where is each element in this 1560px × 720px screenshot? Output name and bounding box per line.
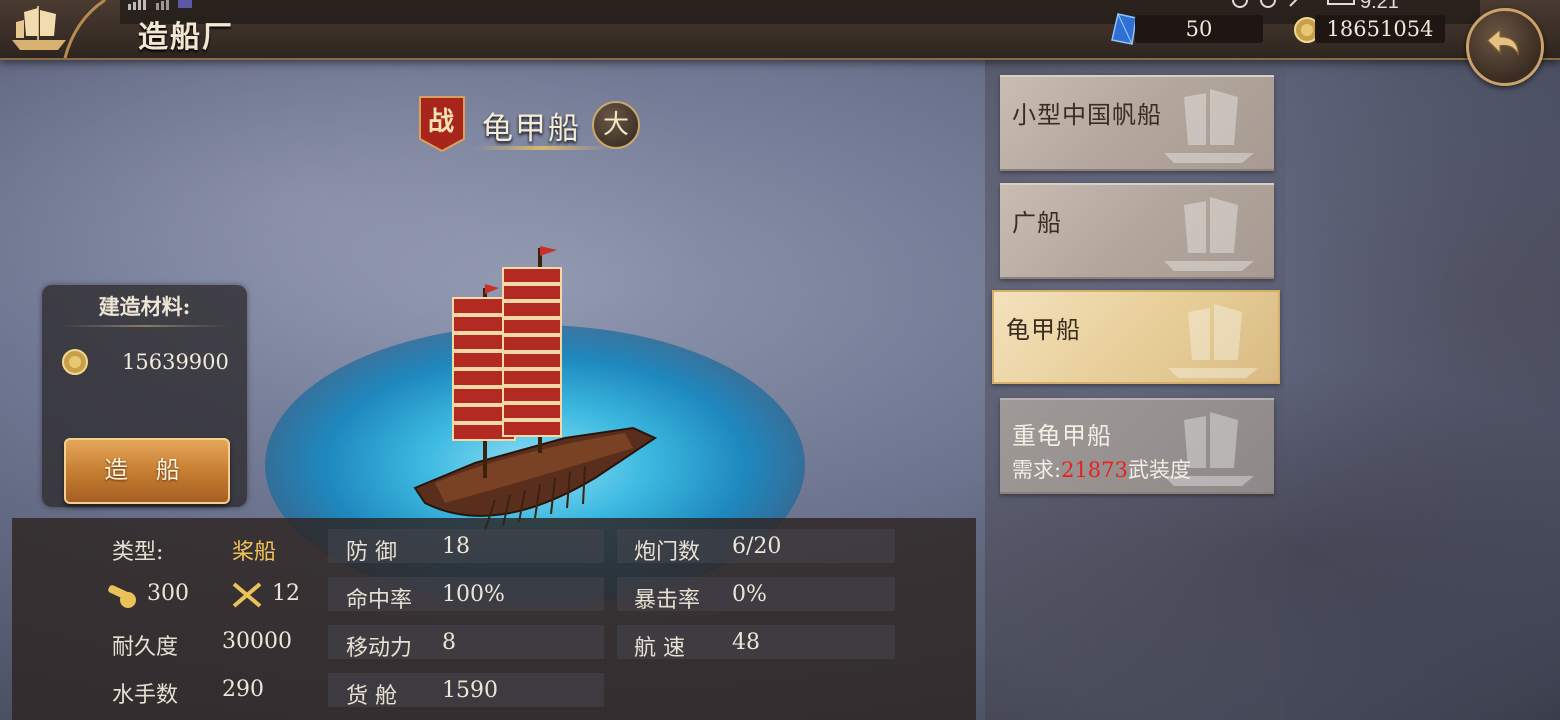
- coin-count: 18651054: [1315, 15, 1445, 43]
- material-coin-amount: 15639900: [122, 350, 229, 374]
- ship-list-item-guangzhou[interactable]: 广船: [1000, 183, 1274, 279]
- crossed-swords-icon: [232, 582, 262, 608]
- page-title: 造船厂: [138, 20, 234, 55]
- ship-watermark-icon: [1164, 412, 1254, 486]
- mobility-label: 移动力: [346, 636, 413, 661]
- defense-value: 18: [442, 534, 470, 559]
- type-label: 类型:: [112, 540, 164, 565]
- ship-list-item-heavy-turtle-ship[interactable]: 重龟甲船 需求:21873武装度: [1000, 398, 1274, 494]
- speed-value: 48: [732, 630, 760, 655]
- sailors-label: 水手数: [112, 683, 179, 708]
- defense-label: 防 御: [346, 540, 397, 565]
- ship-watermark-icon: [1164, 89, 1254, 163]
- ship-watermark-icon: [1164, 197, 1254, 271]
- sailors-value: 290: [222, 677, 264, 702]
- gunports-value: 6/20: [732, 534, 782, 559]
- back-button[interactable]: [1466, 8, 1544, 86]
- gold-coin-icon: [62, 349, 88, 375]
- gem-count: 50: [1135, 15, 1263, 43]
- ship-list-item-turtle-ship[interactable]: 龟甲船: [992, 290, 1280, 384]
- ship-list-item-label: 广船: [1012, 209, 1062, 237]
- header-ornament: [63, 0, 106, 58]
- back-arrow-icon: [1486, 27, 1520, 56]
- hold-value: 1590: [442, 678, 498, 703]
- hold-label: 货 舱: [346, 684, 397, 709]
- ship-name: 龟甲船: [482, 111, 581, 147]
- clock-time: 9:21: [1360, 0, 1399, 13]
- gunports-label: 炮门数: [634, 540, 701, 565]
- crit-label: 暴击率: [634, 588, 701, 613]
- ship-name-underline: [474, 146, 609, 150]
- ship-watermark-icon: [1168, 304, 1258, 378]
- turtle-ship-model[interactable]: [385, 238, 675, 538]
- ship-list-item-small-junk[interactable]: 小型中国帆船: [1000, 75, 1274, 171]
- requirement-prefix: 需求:: [1012, 458, 1062, 482]
- swords-value: 12: [272, 581, 300, 606]
- durability-label: 耐久度: [112, 635, 179, 660]
- ship-list-item-label: 龟甲船: [1006, 316, 1081, 344]
- materials-divider: [62, 325, 227, 327]
- top-bar: 造船厂 9:21 50 18651054: [0, 0, 1560, 86]
- cannon-icon: [108, 585, 136, 608]
- signal-icon: [128, 0, 192, 10]
- type-value: 桨船: [232, 540, 277, 565]
- durability-value: 30000: [222, 629, 292, 654]
- ship-stats-panel: 类型: 桨船 300 12 耐久度 30000 水手数 290 防 御 18 命…: [12, 518, 976, 720]
- ship-list-item-label: 小型中国帆船: [1012, 101, 1162, 129]
- ship-list-item-label: 重龟甲船: [1012, 422, 1112, 450]
- build-ship-button[interactable]: 造 船: [64, 438, 230, 504]
- mobility-value: 8: [442, 630, 456, 655]
- hit-value: 100%: [442, 582, 505, 607]
- war-badge-label-wrap: 战: [418, 95, 466, 153]
- ship-size-badge: 大: [592, 101, 640, 149]
- hit-label: 命中率: [346, 588, 413, 613]
- war-badge-label: 战: [427, 107, 454, 137]
- crit-value: 0%: [732, 582, 767, 607]
- cannon-value: 300: [147, 581, 189, 606]
- requirement-value: 21873: [1061, 458, 1128, 482]
- speed-label: 航 速: [634, 636, 685, 661]
- materials-title: 建造材料:: [98, 294, 191, 319]
- materials-panel: 建造材料: 15639900 造 船: [42, 285, 247, 507]
- build-ship-button-label: 造 船: [104, 456, 190, 484]
